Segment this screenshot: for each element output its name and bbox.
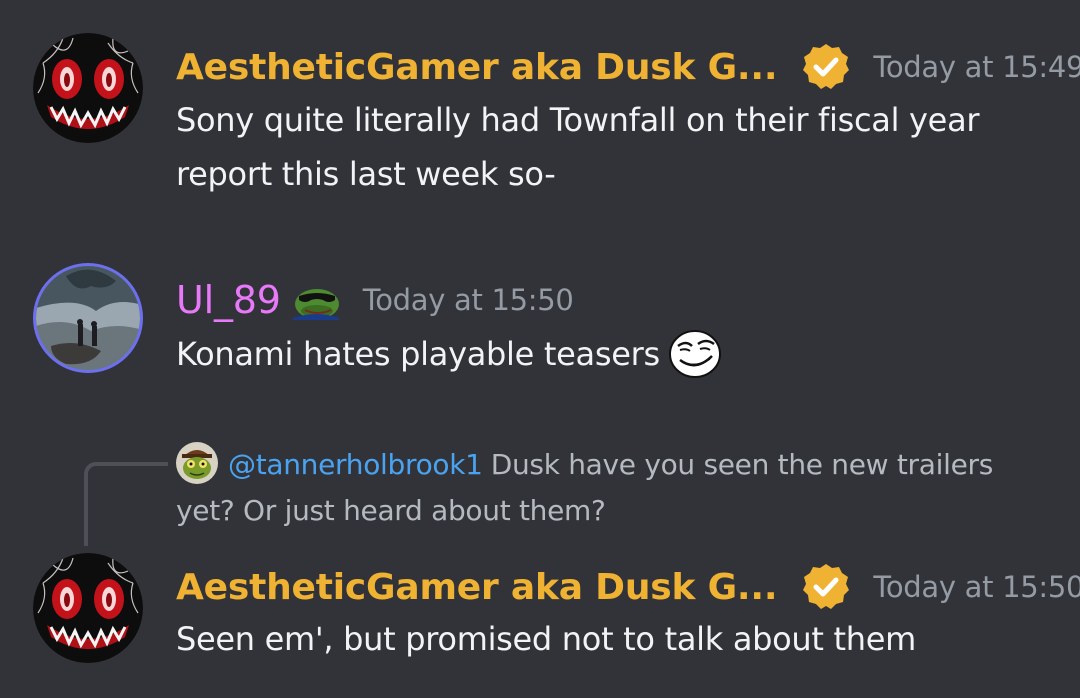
username[interactable]: AestheticGamer aka Dusk G... bbox=[176, 567, 778, 608]
demon-face-avatar[interactable] bbox=[33, 33, 143, 143]
username[interactable]: AestheticGamer aka Dusk G... bbox=[176, 47, 778, 88]
stormy-landscape-avatar[interactable] bbox=[33, 263, 143, 373]
message-text: Seen em', but promised not to talk about… bbox=[176, 612, 1036, 666]
frog-avatar[interactable] bbox=[176, 442, 218, 484]
pepe-sunglasses-icon bbox=[291, 280, 341, 320]
message-line: Seen em', but promised not to talk about… bbox=[176, 620, 917, 658]
message-text: Sony quite literally had Townfall on the… bbox=[176, 93, 1036, 201]
reply-text: Dusk have you seen the new trailers bbox=[490, 448, 994, 481]
demon-face-avatar[interactable] bbox=[33, 553, 143, 663]
reply-mention[interactable]: @tannerholbrook1 bbox=[228, 448, 483, 481]
timestamp: Today at 15:50 bbox=[362, 283, 574, 317]
reply-connector bbox=[84, 462, 168, 546]
chat-message-list: AestheticGamer aka Dusk G... Today at 15… bbox=[0, 0, 1080, 698]
reply-preview[interactable]: @tannerholbrook1 Dusk have you seen the n… bbox=[176, 442, 1036, 534]
verified-check-icon bbox=[801, 42, 851, 92]
timestamp: Today at 15:50 bbox=[873, 570, 1080, 604]
reply-text: yet? Or just heard about them? bbox=[176, 494, 606, 527]
message-1[interactable]: AestheticGamer aka Dusk G... Today at 15… bbox=[0, 0, 1080, 220]
message-line: Konami hates playable teasers bbox=[176, 335, 660, 373]
message-2[interactable]: Ul_89 Today at 15:50 Konami hates playab… bbox=[0, 255, 1080, 395]
message-line: Sony quite literally had Townfall on the… bbox=[176, 101, 980, 139]
username[interactable]: Ul_89 bbox=[176, 278, 281, 322]
message-line: report this last week so- bbox=[176, 155, 556, 193]
message-3[interactable]: AestheticGamer aka Dusk G... Today at 15… bbox=[0, 550, 1080, 698]
timestamp: Today at 15:49 bbox=[873, 50, 1080, 84]
verified-check-icon bbox=[801, 562, 851, 612]
smug-face-emoji[interactable] bbox=[668, 326, 722, 380]
message-text: Konami hates playable teasers bbox=[176, 327, 1036, 383]
